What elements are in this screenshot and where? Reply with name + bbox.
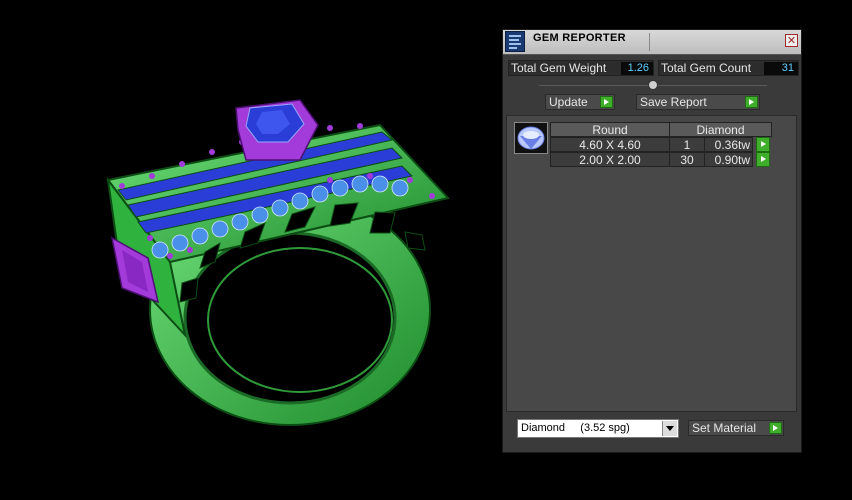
gem-reporter-app-icon	[505, 31, 525, 52]
chevron-down-icon[interactable]	[662, 421, 677, 436]
close-button[interactable]: ✕	[785, 34, 798, 47]
set-material-button-label: Set Material	[692, 421, 757, 435]
3d-viewport[interactable]	[0, 0, 500, 495]
close-icon: ✕	[786, 35, 797, 47]
gem-weight: 0.36tw	[704, 137, 753, 152]
material-select[interactable]: Diamond (3.52 spg)	[517, 419, 679, 438]
gem-count: 1	[669, 137, 705, 152]
gem-reporter-panel: GEM REPORTER ✕ Total Gem Weight 1.26 Tot…	[502, 29, 802, 453]
save-report-button-label: Save Report	[640, 95, 707, 109]
gem-count: 30	[669, 152, 705, 167]
play-arrow-icon[interactable]	[756, 152, 770, 167]
save-report-button[interactable]: Save Report	[636, 94, 760, 110]
title-bar[interactable]: GEM REPORTER ✕	[503, 30, 801, 55]
play-arrow-icon	[745, 96, 758, 108]
ring-render	[106, 99, 450, 426]
material-select-value: Diamond (3.52 spg)	[521, 422, 630, 434]
round-gem-icon[interactable]	[514, 122, 548, 154]
set-material-button[interactable]: Set Material	[688, 420, 784, 436]
gem-weight: 0.90tw	[704, 152, 753, 167]
update-button[interactable]: Update	[545, 94, 615, 110]
update-button-label: Update	[549, 95, 588, 109]
gem-size: 4.60 X 4.60	[550, 137, 670, 152]
total-gem-weight-value: 1.26	[621, 62, 653, 75]
total-gem-weight-label: Total Gem Weight	[511, 61, 607, 75]
panel-splitter-handle[interactable]	[648, 80, 658, 90]
table-header-shape: Round	[550, 122, 670, 137]
window-title: GEM REPORTER	[533, 32, 626, 44]
play-arrow-icon	[600, 96, 613, 108]
total-gem-count-value: 31	[764, 62, 798, 75]
gem-report-list[interactable]: Round Diamond 4.60 X 4.60 1 0.36tw 2.00 …	[506, 115, 797, 412]
total-gem-count: Total Gem Count 31	[658, 60, 799, 76]
table-header-material: Diamond	[669, 122, 772, 137]
play-arrow-icon	[769, 422, 782, 434]
play-arrow-icon[interactable]	[756, 137, 770, 152]
title-divider	[649, 33, 650, 51]
total-gem-weight: Total Gem Weight 1.26	[508, 60, 654, 76]
gem-size: 2.00 X 2.00	[550, 152, 670, 167]
total-gem-count-label: Total Gem Count	[661, 61, 752, 75]
ring-inner-opening	[183, 231, 397, 405]
